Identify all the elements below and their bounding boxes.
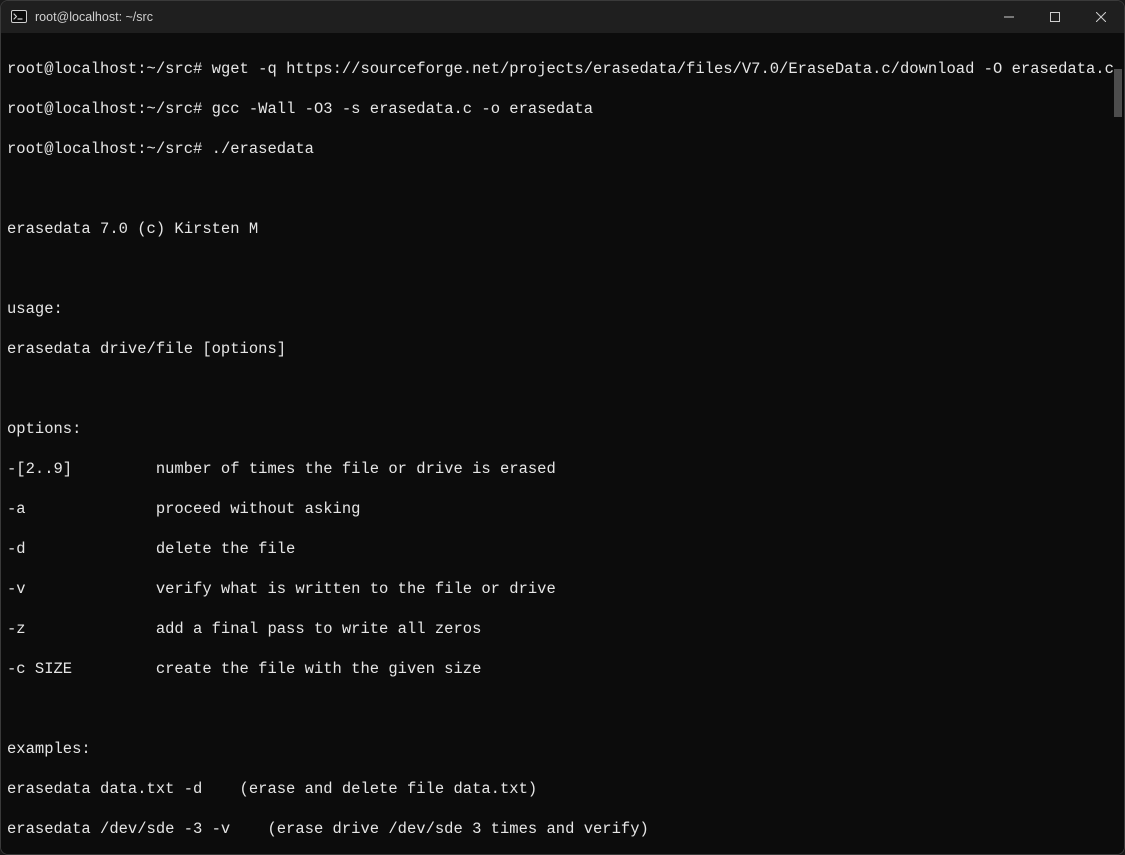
- terminal-app-icon: [11, 9, 27, 25]
- command: wget -q https://sourceforge.net/projects…: [212, 60, 1114, 78]
- terminal-line: erasedata /dev/sde -3 -v (erase drive /d…: [7, 819, 1116, 839]
- terminal-line: erasedata 7.0 (c) Kirsten M: [7, 219, 1116, 239]
- terminal-line: -v verify what is written to the file or…: [7, 579, 1116, 599]
- prompt: root@localhost:~/src#: [7, 60, 202, 78]
- window-controls: [986, 1, 1124, 33]
- terminal-line: examples:: [7, 739, 1116, 759]
- minimize-icon: [1004, 12, 1014, 22]
- terminal-line: usage:: [7, 299, 1116, 319]
- maximize-icon: [1050, 12, 1060, 22]
- scrollbar[interactable]: [1112, 33, 1124, 854]
- terminal-line: [7, 259, 1116, 279]
- titlebar[interactable]: root@localhost: ~/src: [1, 1, 1124, 33]
- terminal-line: erasedata data.txt -d (erase and delete …: [7, 779, 1116, 799]
- terminal-line: -z add a final pass to write all zeros: [7, 619, 1116, 639]
- terminal-line: [7, 379, 1116, 399]
- terminal-line: root@localhost:~/src# gcc -Wall -O3 -s e…: [7, 99, 1116, 119]
- terminal-body[interactable]: root@localhost:~/src# wget -q https://so…: [1, 33, 1124, 854]
- terminal-window: root@localhost: ~/src root@localhost:~/s…: [0, 0, 1125, 855]
- minimize-button[interactable]: [986, 1, 1032, 33]
- terminal-line: -c SIZE create the file with the given s…: [7, 659, 1116, 679]
- terminal-line: erasedata drive/file [options]: [7, 339, 1116, 359]
- terminal-line: -a proceed without asking: [7, 499, 1116, 519]
- command: gcc -Wall -O3 -s erasedata.c -o erasedat…: [212, 100, 593, 118]
- command: ./erasedata: [212, 140, 314, 158]
- terminal-line: options:: [7, 419, 1116, 439]
- close-button[interactable]: [1078, 1, 1124, 33]
- terminal-line: -d delete the file: [7, 539, 1116, 559]
- terminal-line: root@localhost:~/src# wget -q https://so…: [7, 59, 1116, 79]
- window-title: root@localhost: ~/src: [35, 10, 986, 24]
- scrollbar-thumb[interactable]: [1114, 69, 1122, 117]
- terminal-line: [7, 179, 1116, 199]
- prompt: root@localhost:~/src#: [7, 100, 202, 118]
- close-icon: [1096, 12, 1106, 22]
- prompt: root@localhost:~/src#: [7, 140, 202, 158]
- terminal-line: -[2..9] number of times the file or driv…: [7, 459, 1116, 479]
- maximize-button[interactable]: [1032, 1, 1078, 33]
- terminal-line: [7, 699, 1116, 719]
- terminal-line: root@localhost:~/src# ./erasedata: [7, 139, 1116, 159]
